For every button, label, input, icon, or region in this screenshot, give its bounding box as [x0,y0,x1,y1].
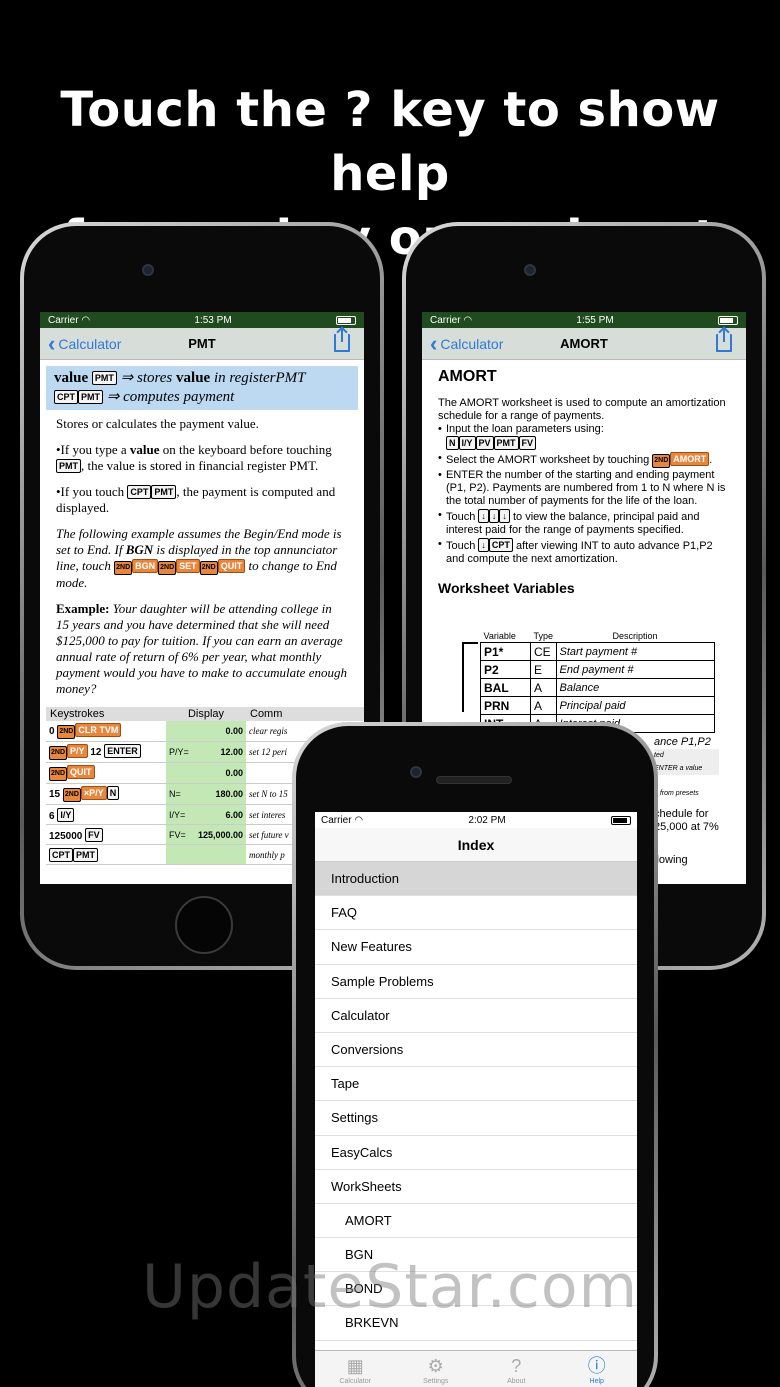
status-time: 2:02 PM [468,814,506,826]
back-button[interactable]: ‹ Calculator [430,330,503,356]
list-item[interactable]: Settings [315,1101,637,1136]
battery-icon [335,315,356,325]
share-icon[interactable] [334,328,350,352]
wifi-icon: ◠ [354,814,364,826]
tab-settings[interactable]: ⚙ Settings [396,1351,477,1387]
list-item[interactable]: FAQ [315,896,637,931]
table-header: Comm [246,707,364,721]
status-time: 1:53 PM [194,314,232,326]
status-bar: Carrier ◠ 2:02 PM [315,812,637,828]
list-item[interactable]: Calculator [315,999,637,1033]
chevron-left-icon: ‹ [48,330,56,356]
watermark: UpdateStar.com [141,1252,639,1322]
share-icon[interactable] [716,328,732,352]
nav-bar: ‹ Calculator AMORT [422,328,746,360]
question-icon: ? [511,1356,522,1376]
earpiece [436,776,512,784]
pmt-key: PMT [91,371,117,385]
pmt-help-body: Stores or calculates the payment value. … [56,416,347,696]
list-item[interactable]: EasyCalcs [315,1136,637,1170]
battery-icon [717,315,738,325]
front-camera [524,264,536,276]
tab-calculator[interactable]: ▦ Calculator [315,1351,396,1387]
back-button[interactable]: ‹ Calculator [48,330,121,356]
table-row: BAL A Balance [480,678,715,697]
pmt-summary: value PMT ⇒ stores value in registerPMT … [46,366,358,410]
tab-label: Help [589,1378,604,1385]
list-item[interactable]: AMORT [315,1204,637,1239]
arrow-line [462,642,464,712]
front-camera [410,766,422,778]
list-item[interactable]: New Features [315,930,637,965]
nav-bar: ‹ Calculator PMT [40,328,364,360]
status-time: 1:55 PM [576,314,614,326]
table-row: P1* CE Start payment # [480,642,715,661]
list-item[interactable]: Conversions [315,1033,637,1068]
table-header: Display [166,707,246,721]
arrow-line [462,642,478,644]
status-bar: Carrier ◠ 1:53 PM [40,312,364,328]
list-item[interactable]: WorkSheets [315,1170,637,1204]
chevron-left-icon: ‹ [430,330,438,356]
calculator-icon: ▦ [346,1356,364,1376]
list-item[interactable]: Sample Problems [315,965,637,999]
list-item[interactable]: Introduction [315,862,637,897]
table-row: PRN A Principal paid [480,696,715,715]
gear-icon: ⚙ [427,1356,444,1376]
list-item[interactable]: Tape [315,1067,637,1102]
tab-about[interactable]: ? About [476,1351,557,1387]
status-bar: Carrier ◠ 1:55 PM [422,312,746,328]
tab-label: Calculator [339,1378,371,1385]
home-button[interactable] [175,896,233,954]
tab-label: About [507,1378,526,1385]
section-title: Worksheet Variables [438,580,575,596]
amort-title: AMORT [438,368,497,385]
nav-title: Index [315,828,637,862]
tab-help[interactable]: ⓘ Help [557,1351,638,1387]
amort-help-body: AMORT The AMORT worksheet is used to com… [422,360,746,596]
tab-bar: ▦ Calculator ⚙ Settings? About ⓘ Help [315,1350,637,1387]
battery-icon [610,815,631,825]
headline-line1: Touch the ? key to show help [60,82,720,202]
front-camera [142,264,154,276]
pmt-key: PMT [78,390,103,404]
tab-label: Settings [423,1378,449,1385]
wifi-icon: ◠ [81,314,91,326]
peek-text: ance P1,P2 ted ENTER a value e from pres… [654,736,719,866]
wifi-icon: ◠ [463,314,473,326]
variables-table: Variable Type Description P1* CE Start pay… [480,630,715,733]
table-row: P2 E End payment # [480,660,715,679]
table-header: Keystrokes [46,707,166,721]
info-icon: ⓘ [587,1356,606,1376]
cpt-key: CPT [54,390,78,404]
